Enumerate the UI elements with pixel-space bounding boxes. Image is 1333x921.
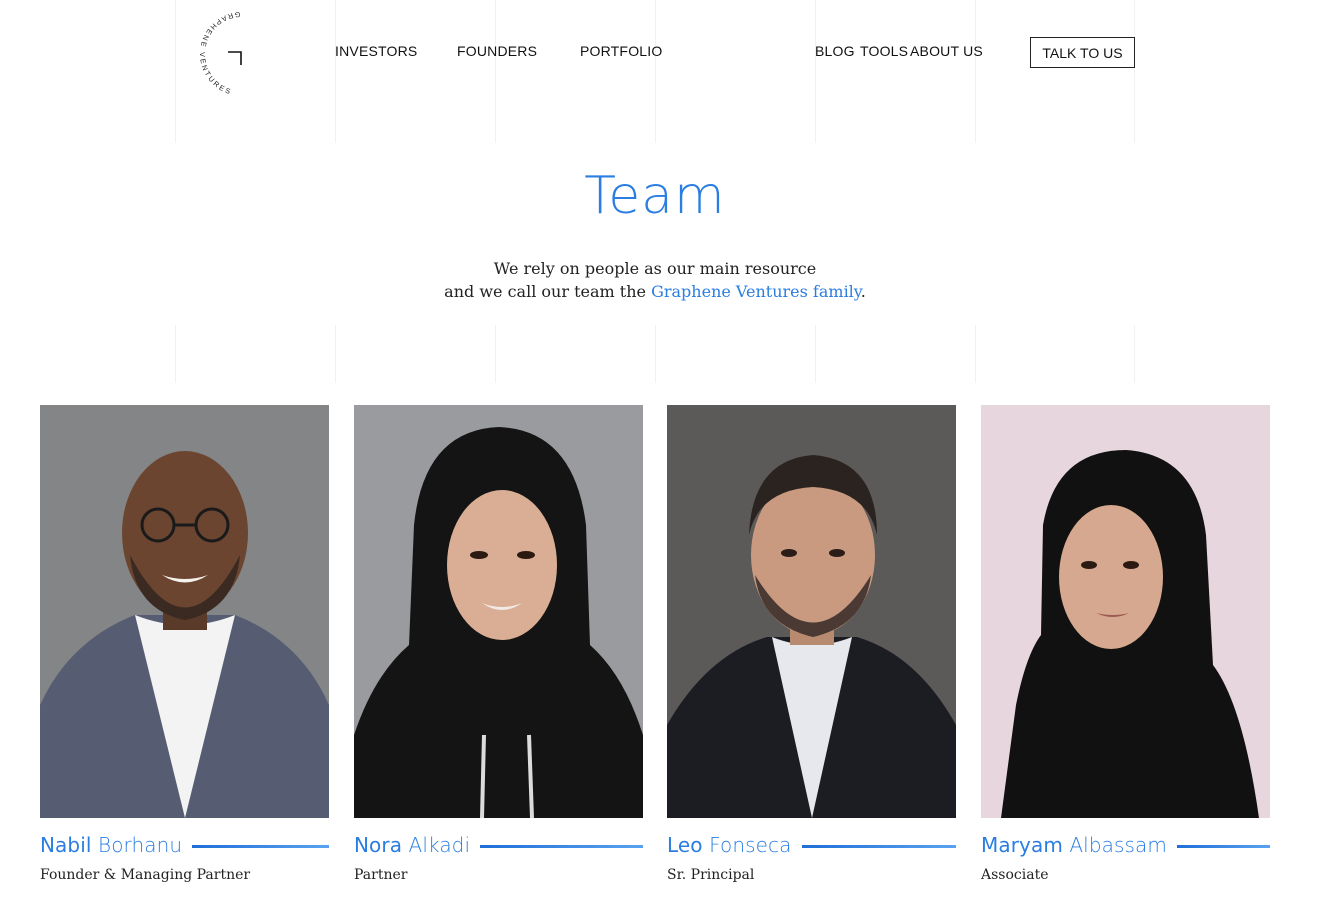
member-photo: [667, 405, 956, 818]
page-intro: We rely on people as our main resource a…: [0, 257, 1310, 303]
name-underline: [801, 844, 956, 848]
member-name-row: Maryam Albassam: [981, 833, 1270, 857]
member-role: Sr. Principal: [667, 867, 755, 883]
member-photo: [354, 405, 643, 818]
nav-about-us[interactable]: ABOUT US: [910, 43, 983, 59]
team-card[interactable]: Nabil Borhanu Founder & Managing Partner: [40, 405, 329, 883]
member-first-name: Leo: [667, 833, 703, 857]
name-underline: [192, 844, 329, 848]
team-card[interactable]: Leo Fonseca Sr. Principal: [667, 405, 956, 883]
intro-line-2: and we call our team the Graphene Ventur…: [0, 280, 1310, 303]
graphene-family-link[interactable]: Graphene Ventures family: [651, 282, 861, 301]
logo-mark-icon: GRAPHENE VENTURES: [198, 10, 242, 97]
talk-to-us-button[interactable]: TALK TO US: [1030, 37, 1135, 68]
grid-line: [655, 325, 656, 383]
member-last-name: Fonseca: [709, 833, 792, 857]
member-role: Associate: [981, 867, 1049, 883]
nav-tools[interactable]: TOOLS: [860, 43, 908, 59]
nav-blog[interactable]: BLOG: [815, 43, 855, 59]
grid-line: [175, 325, 176, 383]
page-title: Team: [584, 166, 726, 226]
svg-text:GRAPHENE VENTURES: GRAPHENE VENTURES: [198, 10, 241, 97]
nav-portfolio[interactable]: PORTFOLIO: [580, 43, 662, 59]
grid-line: [975, 0, 976, 143]
intro-line-1: We rely on people as our main resource: [493, 259, 817, 278]
grid-line: [495, 325, 496, 383]
member-name-row: Leo Fonseca: [667, 833, 956, 857]
member-photo: [40, 405, 329, 818]
grid-line: [975, 325, 976, 383]
member-name: Leo Fonseca: [667, 833, 792, 857]
grid-line: [815, 0, 816, 143]
member-first-name: Nabil: [40, 833, 92, 857]
member-first-name: Nora: [354, 833, 403, 857]
intro-line-2-prefix: and we call our team the: [444, 282, 652, 301]
team-card[interactable]: Maryam Albassam Associate: [981, 405, 1270, 883]
member-role: Founder & Managing Partner: [40, 867, 251, 883]
grid-line: [1134, 0, 1135, 143]
grid-line: [175, 0, 176, 143]
name-underline: [1176, 844, 1270, 848]
member-name: Maryam Albassam: [981, 833, 1167, 857]
grid-line: [495, 0, 496, 143]
member-photo: [981, 405, 1270, 818]
member-last-name: Alkadi: [408, 833, 471, 857]
team-card[interactable]: Nora Alkadi Partner: [354, 405, 643, 883]
member-first-name: Maryam: [981, 833, 1063, 857]
member-name-row: Nabil Borhanu: [40, 833, 329, 857]
member-role: Partner: [354, 867, 408, 883]
grid-line: [335, 325, 336, 383]
grid-line: [335, 0, 336, 143]
member-name-row: Nora Alkadi: [354, 833, 643, 857]
member-name: Nabil Borhanu: [40, 833, 182, 857]
member-last-name: Borhanu: [98, 833, 183, 857]
brand-logo[interactable]: GRAPHENE VENTURES: [190, 4, 252, 100]
grid-line: [815, 325, 816, 383]
grid-line: [1134, 325, 1135, 383]
member-name: Nora Alkadi: [354, 833, 470, 857]
nav-investors[interactable]: INVESTORS: [335, 43, 417, 59]
nav-founders[interactable]: FOUNDERS: [457, 43, 537, 59]
name-underline: [480, 844, 643, 848]
member-last-name: Albassam: [1069, 833, 1167, 857]
intro-line-2-suffix: .: [860, 282, 866, 301]
grid-line: [655, 0, 656, 143]
